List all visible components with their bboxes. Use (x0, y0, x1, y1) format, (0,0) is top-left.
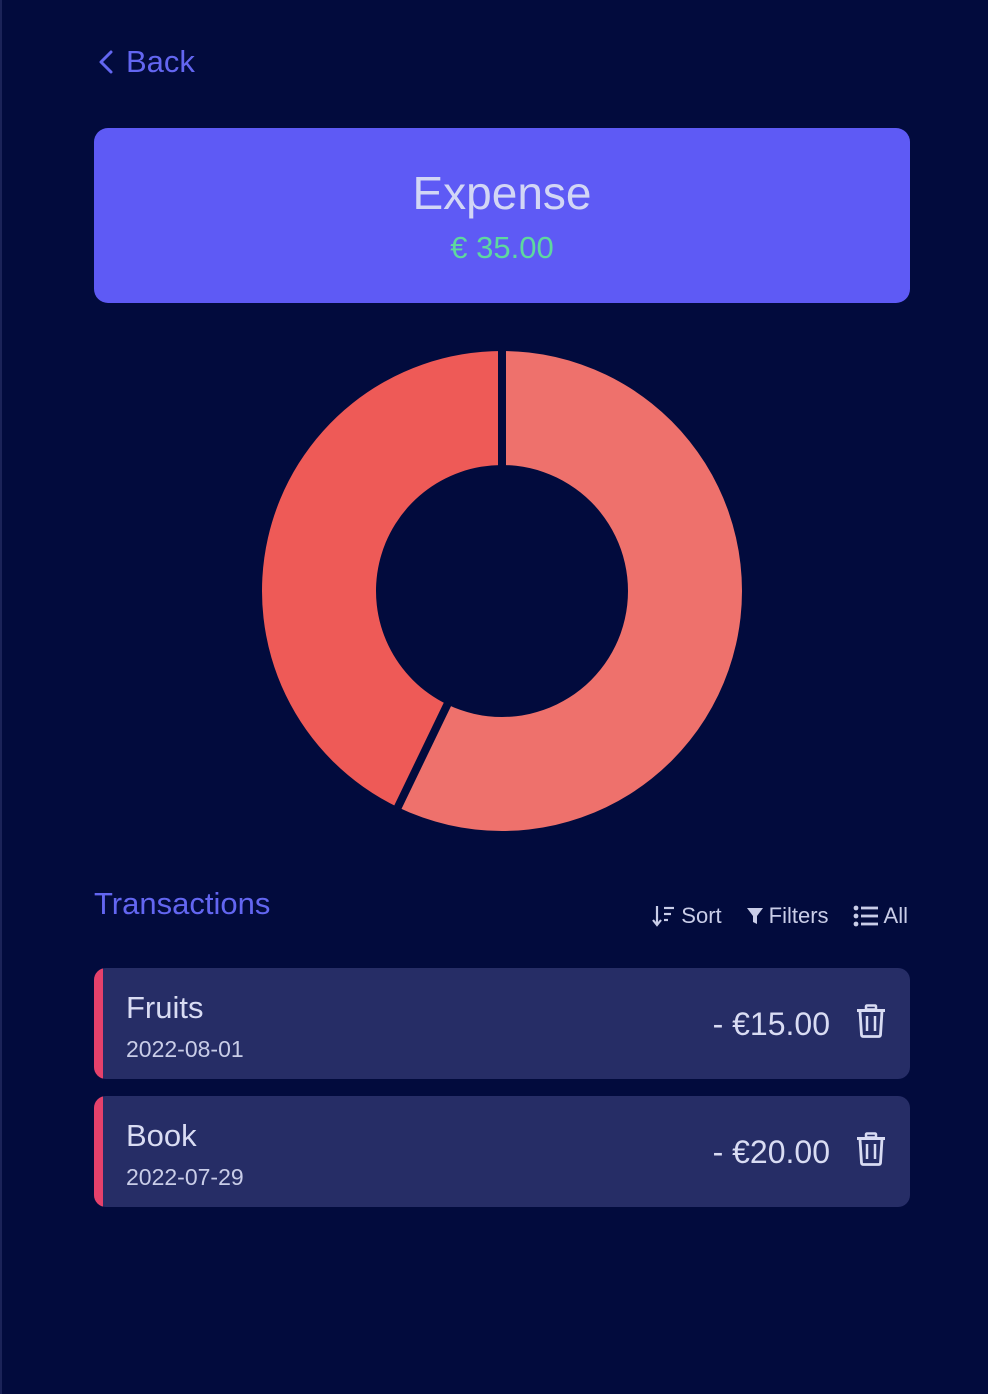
transaction-amount: - €15.00 (712, 1006, 830, 1042)
all-button[interactable]: All (853, 903, 908, 929)
transaction-amount: - €20.00 (712, 1134, 830, 1170)
transaction-row[interactable]: Fruits 2022-08-01 - €15.00 (94, 968, 910, 1079)
transaction-name: Book (126, 1118, 197, 1153)
summary-card: Expense € 35.00 (94, 128, 910, 303)
expense-donut-chart (260, 349, 744, 833)
trash-icon (856, 1004, 886, 1042)
transaction-date: 2022-08-01 (126, 1036, 244, 1062)
all-label: All (883, 903, 908, 928)
summary-amount: € 35.00 (450, 230, 554, 265)
transaction-date: 2022-07-29 (126, 1164, 244, 1190)
transaction-row[interactable]: Book 2022-07-29 - €20.00 (94, 1096, 910, 1207)
sort-button[interactable]: Sort (652, 903, 722, 929)
list-icon (853, 905, 879, 927)
back-button[interactable]: Back (98, 44, 195, 80)
sort-label: Sort (681, 903, 722, 928)
transactions-toolbar: Sort Filters All (652, 903, 908, 929)
page: Back Expense € 35.00 Transactions Sort F… (0, 0, 988, 1394)
summary-title: Expense (412, 167, 592, 219)
delete-transaction-button[interactable] (856, 1132, 886, 1171)
transactions-title: Transactions (94, 886, 271, 921)
trash-icon (856, 1132, 886, 1170)
back-label: Back (126, 44, 195, 79)
transaction-name: Fruits (126, 990, 204, 1025)
filters-button[interactable]: Filters (746, 903, 829, 929)
chevron-left-icon (98, 49, 114, 75)
sort-icon (652, 904, 676, 928)
donut-svg (262, 349, 743, 831)
delete-transaction-button[interactable] (856, 1004, 886, 1043)
filter-icon (746, 906, 764, 926)
filters-label: Filters (768, 903, 829, 928)
